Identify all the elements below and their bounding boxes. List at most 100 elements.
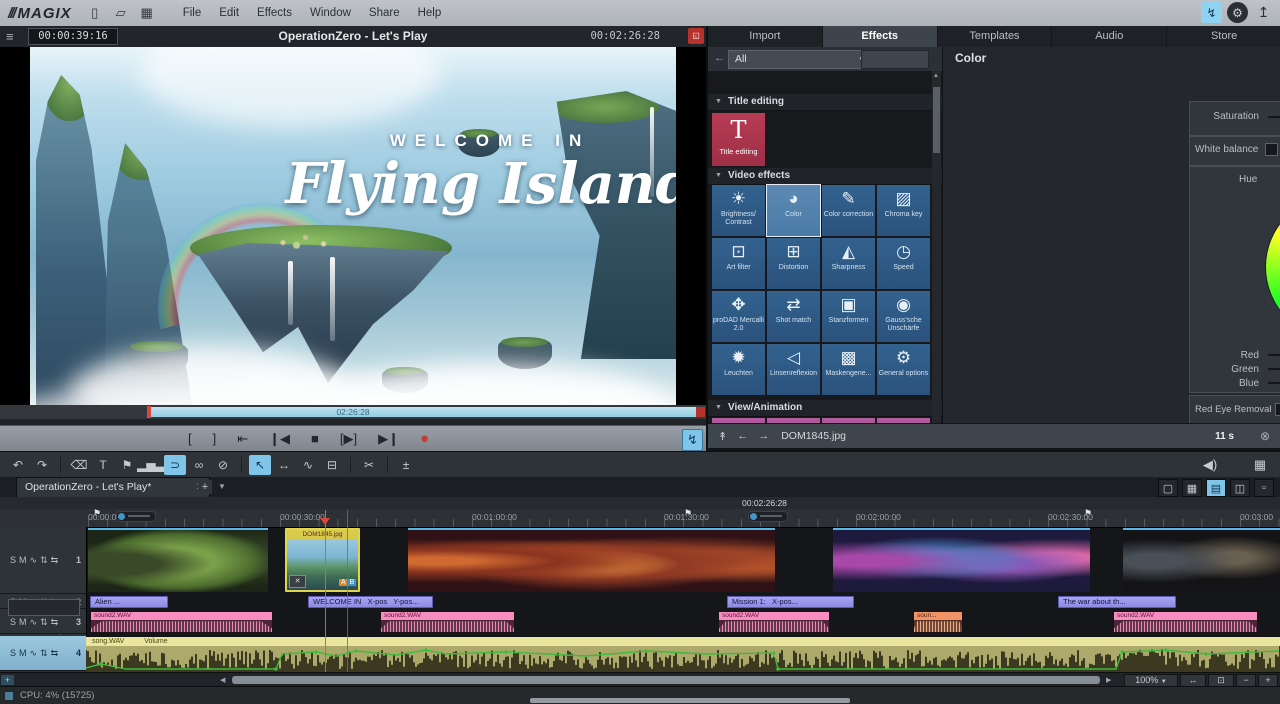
record-button[interactable]: ● xyxy=(420,426,429,452)
tab-import[interactable]: Import xyxy=(708,26,823,47)
saturation-slider[interactable] xyxy=(1268,116,1280,118)
red-eye-checkbox[interactable] xyxy=(1275,403,1280,416)
audio-clip[interactable]: sound2.WAV xyxy=(90,611,273,633)
export-film-icon[interactable]: ▦ xyxy=(134,5,160,21)
effect-tile-art-filter[interactable]: ⊡Art filter xyxy=(712,238,765,289)
video-preview[interactable]: WELCOME IN Flying Island xyxy=(0,47,706,405)
blue-slider[interactable] xyxy=(1268,382,1280,384)
snap-icon[interactable]: ⊃ xyxy=(164,455,186,475)
menu-effects[interactable]: Effects xyxy=(248,7,301,19)
collapse-icon[interactable]: ▼ xyxy=(715,400,722,416)
menu-help[interactable]: Help xyxy=(409,7,451,19)
effect-tile-linsenreflexion[interactable]: ◁Linsenreflexion xyxy=(767,344,820,395)
effect-tile-stanzformen[interactable]: ▣Stanzformen xyxy=(822,291,875,342)
transition-icon[interactable]: ⇅ xyxy=(40,648,48,659)
jump-end-button[interactable]: ▶❙ xyxy=(378,426,399,452)
swap-icon[interactable]: ⇆ xyxy=(51,648,59,659)
split-icon[interactable]: ✂ xyxy=(358,455,380,475)
upload-icon[interactable]: ↥ xyxy=(1253,2,1274,23)
object-stretch-icon[interactable]: ⊟ xyxy=(321,455,343,475)
mute-button[interactable]: M xyxy=(19,648,27,658)
settings-gear-icon[interactable]: ⚙ xyxy=(1227,2,1248,23)
launcher-icon[interactable]: ↯ xyxy=(1201,2,1222,23)
collapse-panel-icon[interactable]: ↟ xyxy=(718,430,727,443)
tab-templates[interactable]: Templates xyxy=(938,26,1053,47)
effect-tile-color[interactable]: ◕Color xyxy=(767,185,820,236)
tab-audio[interactable]: Audio xyxy=(1052,26,1167,47)
white-balance-checkbox[interactable] xyxy=(1265,143,1278,156)
menu-share[interactable]: Share xyxy=(360,7,409,19)
scrollbar-thumb[interactable] xyxy=(933,87,940,153)
new-project-tab-button[interactable]: + xyxy=(198,480,212,494)
effect-tile-sharpness[interactable]: ◭Sharpness xyxy=(822,238,875,289)
hscrollbar-thumb[interactable] xyxy=(232,676,1100,684)
marker-flag-icon[interactable]: ⚑ xyxy=(1084,508,1092,519)
grid-view-button[interactable]: ▦ xyxy=(1182,479,1202,497)
mouse-curve-icon[interactable]: ∿ xyxy=(297,455,319,475)
effect-tile-gauss-sche-unsch-rfe[interactable]: ◉Gauss'sche Unschärfe xyxy=(877,291,930,342)
swap-icon[interactable]: ⇆ xyxy=(51,617,59,628)
previous-frame-button[interactable]: ❙◀ xyxy=(269,426,290,452)
menu-window[interactable]: Window xyxy=(301,7,360,19)
transition-icon[interactable]: ⇅ xyxy=(40,555,48,566)
section-view-animation[interactable]: ▼ View/Animation xyxy=(708,400,942,417)
scroll-up-icon[interactable]: ▲ xyxy=(933,73,939,79)
insert-mode-icon[interactable]: ± xyxy=(395,455,417,475)
ungroup-icon[interactable]: ⊘ xyxy=(212,455,234,475)
back-icon[interactable]: ← xyxy=(714,52,725,64)
tab-list-chevron-icon[interactable]: ▼ xyxy=(215,480,229,494)
delete-icon[interactable]: ⌫ xyxy=(68,455,90,475)
menu-edit[interactable]: Edit xyxy=(210,7,248,19)
scroll-right-icon[interactable]: ▶ xyxy=(1106,676,1111,684)
next-effect-icon[interactable]: → xyxy=(758,430,769,442)
swap-icon[interactable]: ⇆ xyxy=(51,555,59,566)
effect-tile-speed[interactable]: ◷Speed xyxy=(877,238,930,289)
effect-tile-leuchten[interactable]: ✹Leuchten xyxy=(712,344,765,395)
solo-button[interactable]: S xyxy=(10,617,16,627)
title-clip[interactable]: The war about th... xyxy=(1058,596,1176,608)
transition-icon[interactable]: ✕ xyxy=(289,575,306,588)
title-text-icon[interactable]: T xyxy=(92,455,114,475)
video-clip[interactable] xyxy=(1123,528,1280,592)
marker-flag-icon[interactable]: ⚑ xyxy=(684,508,692,519)
audio-clip[interactable]: sound2.WAV xyxy=(1113,611,1258,633)
storyboard-view-button[interactable]: ◫ xyxy=(1230,479,1250,497)
project-tab[interactable]: OperationZero - Let's Play* ✕ xyxy=(16,477,210,498)
speaker-icon[interactable]: ◀) xyxy=(1199,455,1221,475)
audio-clip[interactable]: soun... xyxy=(913,611,963,633)
transition-icon[interactable]: ⇅ xyxy=(40,617,48,628)
section-video-effects[interactable]: ▼ Video effects xyxy=(708,168,942,185)
keyboard-icon[interactable]: ▦ xyxy=(1249,455,1271,475)
video-clip-selected[interactable]: DOM1845.jpg ✕ AB xyxy=(285,528,360,592)
add-track-button[interactable]: + xyxy=(1,675,14,685)
jump-range-start-button[interactable]: ⇤ xyxy=(237,426,248,452)
stop-button[interactable]: ■ xyxy=(311,426,319,452)
curve-icon[interactable]: ∿ xyxy=(30,555,38,566)
solo-button[interactable]: S xyxy=(10,555,16,565)
effect-tile-chroma-key[interactable]: ▨Chroma key xyxy=(877,185,930,236)
mute-button[interactable]: M xyxy=(19,617,27,627)
effect-tile-general-options[interactable]: ⚙General options xyxy=(877,344,930,395)
marker-badge[interactable] xyxy=(116,511,156,522)
prev-effect-icon[interactable]: ← xyxy=(737,430,748,442)
playhead-line[interactable] xyxy=(325,510,326,672)
effects-search-input[interactable] xyxy=(861,50,929,69)
undo-icon[interactable]: ↶ xyxy=(7,455,29,475)
set-range-end-button[interactable]: ] xyxy=(213,426,217,452)
video-clip[interactable] xyxy=(833,528,1090,592)
detach-preview-button[interactable]: ◱ xyxy=(688,28,704,44)
category-dropdown[interactable]: All ▼ xyxy=(728,50,872,69)
redo-icon[interactable]: ↷ xyxy=(31,455,53,475)
effect-tile-maskengene-[interactable]: ▩Maskengene... xyxy=(822,344,875,395)
title-clip[interactable]: WELCOME IN X-pos Y-pos... xyxy=(308,596,433,608)
new-file-icon[interactable]: ▯ xyxy=(82,5,108,21)
mouse-range-icon[interactable]: ↔ xyxy=(273,455,295,475)
solo-button[interactable]: S xyxy=(10,648,16,658)
compact-view-button[interactable]: ▫ xyxy=(1254,479,1274,497)
set-range-start-button[interactable]: [ xyxy=(188,426,192,452)
section-title-editing[interactable]: ▼ Title editing xyxy=(708,94,942,111)
menu-file[interactable]: File xyxy=(174,7,211,19)
title-editing-tile[interactable]: T Title editing xyxy=(712,113,765,166)
play-button[interactable]: [▶] xyxy=(340,426,357,452)
audio-clip[interactable]: sound2.WAV xyxy=(380,611,515,633)
